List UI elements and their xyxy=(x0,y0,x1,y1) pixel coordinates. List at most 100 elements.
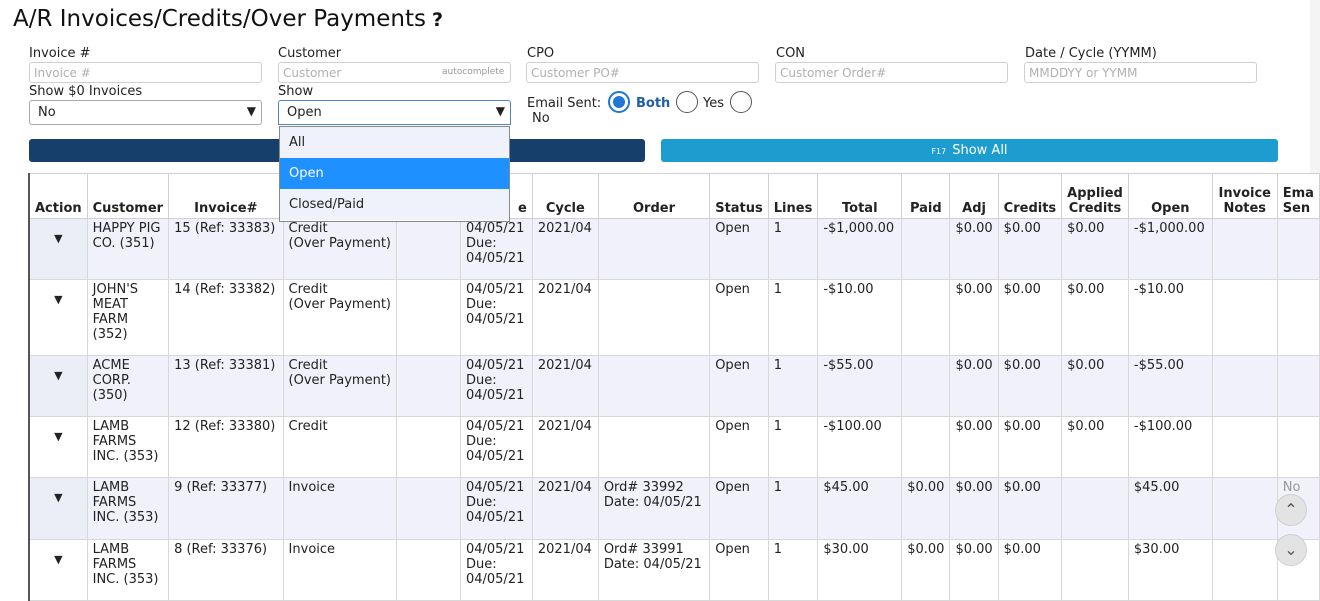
col-credits[interactable]: Credits xyxy=(997,173,1063,219)
customer-cell: JOHN'S MEAT FARM (352) xyxy=(86,279,170,356)
row-action-cell[interactable]: ▼ xyxy=(27,279,88,356)
total-cell: $45.00 xyxy=(817,477,903,540)
col-invoice-number[interactable]: Invoice# xyxy=(168,173,284,219)
total-cell: -$1,000.00 xyxy=(817,218,903,280)
page-title-text: A/R Invoices/Credits/Over Payments xyxy=(13,6,426,32)
show-select-value: Open xyxy=(287,105,322,120)
row-action-cell[interactable]: ▼ xyxy=(27,539,88,601)
order-cell xyxy=(597,416,711,478)
row-action-cell[interactable]: ▼ xyxy=(27,477,88,540)
lines-cell: 1 xyxy=(767,477,819,540)
email-sent-no-radio[interactable] xyxy=(730,91,752,113)
invoice-number-cell[interactable]: 12 (Ref: 33380) xyxy=(168,416,284,478)
action-dropdown-icon[interactable]: ▼ xyxy=(54,292,62,307)
type-cell: Invoice xyxy=(282,477,398,540)
table-row[interactable]: ▼ LAMB FARMS INC. (353) 12 (Ref: 33380) … xyxy=(27,416,1320,478)
table-row[interactable]: ▼ LAMB FARMS INC. (353) 8 (Ref: 33376) I… xyxy=(27,539,1320,601)
cycle-cell: 2021/04 xyxy=(531,218,599,280)
action-dropdown-icon[interactable]: ▼ xyxy=(54,368,62,383)
cycle-cell: 2021/04 xyxy=(531,539,599,601)
date-cell: 04/05/21 Due: 04/05/21 xyxy=(459,539,533,601)
customer-cell: LAMB FARMS INC. (353) xyxy=(86,477,170,540)
applied-credits-cell: $0.00 xyxy=(1061,218,1129,280)
applied-credits-cell: $0.00 xyxy=(1061,416,1129,478)
chevron-down-icon: ▼ xyxy=(495,104,505,118)
table-header-row: Action Customer Invoice# e Cycle Order S… xyxy=(27,173,1320,219)
show-option-closed-paid[interactable]: Closed/Paid xyxy=(280,189,509,220)
invoice-number-input[interactable] xyxy=(29,62,262,83)
invoice-number-cell[interactable]: 9 (Ref: 33377) xyxy=(168,477,284,540)
cycle-cell: 2021/04 xyxy=(531,355,599,417)
status-cell: Open xyxy=(709,355,769,417)
help-icon[interactable]: ? xyxy=(432,9,443,31)
table-row[interactable]: ▼ ACME CORP. (350) 13 (Ref: 33381) Credi… xyxy=(27,355,1320,417)
blank-cell xyxy=(396,416,461,478)
con-label: CON xyxy=(776,46,806,61)
show-all-button[interactable]: F17 Show All xyxy=(661,139,1278,162)
email-sent-both-label: Both xyxy=(636,96,671,111)
total-cell: -$55.00 xyxy=(817,355,903,417)
col-total[interactable]: Total xyxy=(817,173,903,219)
status-cell: Open xyxy=(709,218,769,280)
total-cell: $30.00 xyxy=(817,539,903,601)
customer-cell: HAPPY PIG CO. (351) xyxy=(86,218,170,280)
status-cell: Open xyxy=(709,539,769,601)
paid-cell xyxy=(901,355,951,417)
paid-cell xyxy=(901,416,951,478)
action-dropdown-icon[interactable]: ▼ xyxy=(54,552,62,567)
scroll-down-button[interactable]: ⌄ xyxy=(1275,534,1307,566)
email-sent-yes-radio[interactable] xyxy=(676,91,698,113)
open-cell: $30.00 xyxy=(1127,539,1213,601)
email-sent-both-radio[interactable] xyxy=(608,91,630,113)
invoice-number-cell[interactable]: 8 (Ref: 33376) xyxy=(168,539,284,601)
col-order[interactable]: Order xyxy=(597,173,711,219)
applied-credits-cell xyxy=(1061,539,1129,601)
paid-cell xyxy=(901,279,951,356)
show-select[interactable]: Open ▼ xyxy=(278,100,511,125)
col-open[interactable]: Open xyxy=(1127,173,1213,219)
email-cell xyxy=(1276,218,1320,280)
date-cell: 04/05/21 Due: 04/05/21 xyxy=(459,355,533,417)
date-cycle-input[interactable] xyxy=(1024,62,1257,83)
col-lines[interactable]: Lines xyxy=(767,173,819,219)
con-input[interactable] xyxy=(775,62,1008,83)
row-action-cell[interactable]: ▼ xyxy=(27,355,88,417)
total-cell: -$10.00 xyxy=(817,279,903,356)
scroll-up-button[interactable]: ⌃ xyxy=(1275,494,1307,526)
action-dropdown-icon[interactable]: ▼ xyxy=(54,231,62,246)
invoice-number-cell[interactable]: 14 (Ref: 33382) xyxy=(168,279,284,356)
col-cycle[interactable]: Cycle xyxy=(531,173,599,219)
show-zero-invoices-select[interactable]: No ▼ xyxy=(29,100,262,125)
col-adj[interactable]: Adj xyxy=(949,173,999,219)
col-customer[interactable]: Customer xyxy=(86,173,170,219)
col-email-sent[interactable]: Ema Sen xyxy=(1276,173,1320,219)
table-row[interactable]: ▼ HAPPY PIG CO. (351) 15 (Ref: 33383) Cr… xyxy=(27,218,1320,280)
col-status[interactable]: Status xyxy=(709,173,769,219)
type-cell: Credit xyxy=(282,416,398,478)
table-row[interactable]: ▼ JOHN'S MEAT FARM (352) 14 (Ref: 33382)… xyxy=(27,279,1320,356)
lines-cell: 1 xyxy=(767,218,819,280)
lines-cell: 1 xyxy=(767,279,819,356)
show-option-open[interactable]: Open xyxy=(280,158,509,189)
col-invoice-notes[interactable]: Invoice Notes xyxy=(1211,173,1278,219)
col-paid[interactable]: Paid xyxy=(901,173,951,219)
email-cell xyxy=(1276,355,1320,417)
action-dropdown-icon[interactable]: ▼ xyxy=(54,490,62,505)
open-cell: -$1,000.00 xyxy=(1127,218,1213,280)
col-applied-credits[interactable]: Applied Credits xyxy=(1061,173,1129,219)
total-cell: -$100.00 xyxy=(817,416,903,478)
table-row[interactable]: ▼ LAMB FARMS INC. (353) 9 (Ref: 33377) I… xyxy=(27,477,1320,540)
invoice-number-cell[interactable]: 15 (Ref: 33383) xyxy=(168,218,284,280)
cpo-label: CPO xyxy=(527,46,555,61)
invoice-number-cell[interactable]: 13 (Ref: 33381) xyxy=(168,355,284,417)
show-option-all[interactable]: All xyxy=(280,127,509,158)
adj-cell: $0.00 xyxy=(949,355,999,417)
row-action-cell[interactable]: ▼ xyxy=(27,218,88,280)
row-action-cell[interactable]: ▼ xyxy=(27,416,88,478)
action-dropdown-icon[interactable]: ▼ xyxy=(54,429,62,444)
open-cell: -$55.00 xyxy=(1127,355,1213,417)
adj-cell: $0.00 xyxy=(949,218,999,280)
cpo-input[interactable] xyxy=(526,62,759,83)
type-cell: Credit (Over Payment) xyxy=(282,279,398,356)
adj-cell: $0.00 xyxy=(949,279,999,356)
